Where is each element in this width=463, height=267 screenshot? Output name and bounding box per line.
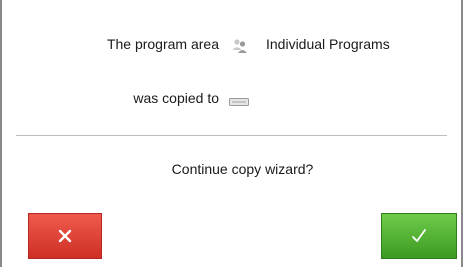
- dialog-border-left: [0, 0, 2, 267]
- continue-question: Continue copy wizard?: [171, 161, 314, 177]
- storage-drive-icon: [229, 94, 249, 106]
- checkmark-icon: [410, 227, 428, 245]
- copied-to-label: was copied to: [133, 90, 219, 106]
- copy-wizard-dialog: The program area Individual Programs was…: [0, 0, 463, 267]
- confirm-button[interactable]: [381, 213, 457, 259]
- close-icon: [58, 229, 72, 243]
- cancel-button[interactable]: [28, 213, 102, 259]
- program-area-value: Individual Programs: [266, 36, 390, 52]
- program-group-icon: [231, 38, 249, 54]
- program-area-label: The program area: [106, 36, 219, 52]
- divider: [16, 135, 447, 136]
